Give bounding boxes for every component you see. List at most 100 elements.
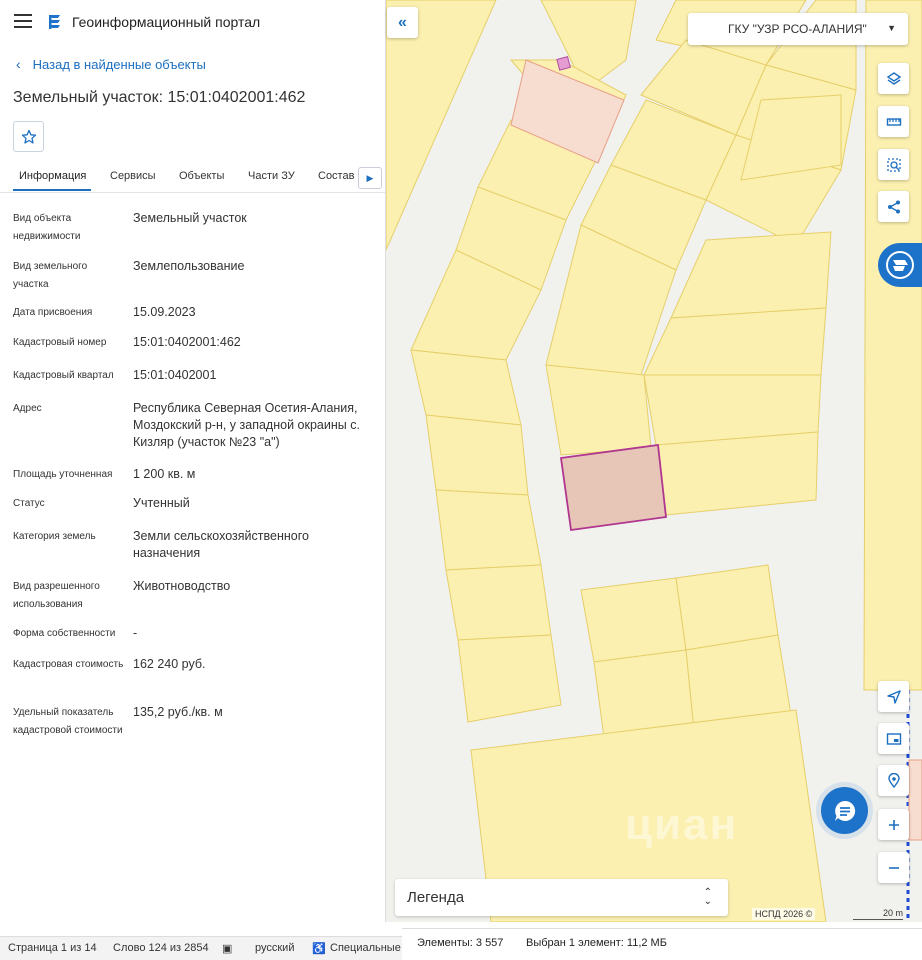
info-panel: Геоинформационный портал ‹ Назад в найде… — [0, 0, 386, 922]
tab-composition[interactable]: Состав — [318, 170, 354, 182]
location-icon — [887, 772, 900, 788]
parcel — [445, 564, 552, 641]
property-value: 1 200 кв. м — [133, 467, 196, 481]
chat-icon — [834, 800, 855, 821]
legend-label: Легенда — [407, 889, 465, 906]
property-value: Республика Северная Осетия-Алания, Моздо… — [133, 401, 360, 449]
caret-right-icon: ▶ — [366, 172, 374, 183]
minimap-icon — [886, 732, 901, 745]
collapse-panel-button[interactable]: « — [387, 7, 418, 38]
map-canvas[interactable] — [386, 0, 922, 922]
parcel — [670, 231, 832, 319]
expand-icon: ⌃ ⌄ — [703, 887, 712, 907]
portal-logo-icon — [49, 15, 60, 29]
property-value: Животноводство — [133, 579, 231, 593]
neighbor-parcel — [908, 759, 922, 841]
property-label: Форма собственности — [13, 628, 116, 639]
tab-services[interactable]: Сервисы — [110, 170, 156, 182]
property-label: Кадастровый квартал — [13, 370, 114, 381]
select-area-icon — [886, 157, 901, 172]
tabs-scroll-right-button[interactable]: ▶ — [358, 167, 382, 189]
elements-count: Элементы: 3 557 — [417, 937, 504, 949]
zoom-out-button[interactable] — [878, 852, 909, 883]
zoom-in-icon — [888, 819, 899, 830]
page-counter[interactable]: Страница 1 из 14 — [8, 942, 97, 954]
measure-button[interactable] — [878, 106, 909, 137]
chevron-left-icon: ‹ — [16, 56, 21, 72]
parcel — [410, 349, 522, 426]
layers-button[interactable] — [878, 63, 909, 94]
property-label: Удельный показатель кадастровой стоимост… — [13, 707, 123, 736]
accessibility-label[interactable]: Специальные — [330, 942, 401, 954]
property-value: Земельный участок — [133, 211, 247, 225]
minimap-button[interactable] — [878, 723, 909, 754]
parcel — [435, 489, 542, 571]
language-indicator[interactable]: русский — [255, 942, 294, 954]
chat-button[interactable] — [821, 787, 868, 834]
ruler-icon — [886, 117, 901, 126]
zoom-in-button[interactable] — [878, 809, 909, 840]
parcel-map — [386, 0, 922, 922]
property-label: Статус — [13, 498, 45, 509]
document-status-bar: Страница 1 из 14 Слово 124 из 2854 ▣ рус… — [0, 936, 402, 960]
legend-dropdown[interactable]: Легенда ⌃ ⌄ — [395, 879, 728, 916]
accessibility-icon[interactable]: ♿ — [312, 942, 326, 955]
organization-select[interactable]: ГКУ "УЗР РСО-АЛАНИЯ" ▼ — [688, 13, 908, 45]
portal-logo-button[interactable] — [878, 243, 922, 287]
building-marker — [556, 56, 571, 71]
back-to-results-link[interactable]: ‹ Назад в найденные объекты — [16, 56, 206, 72]
portal-logo-icon — [886, 251, 914, 279]
parcel — [643, 307, 827, 376]
back-link-label: Назад в найденные объекты — [32, 56, 206, 72]
organization-select-value: ГКУ "УЗР РСО-АЛАНИЯ" — [728, 22, 867, 36]
property-value: Учтенный — [133, 496, 190, 510]
double-chevron-left-icon: « — [398, 13, 407, 31]
map-status-bar: Элементы: 3 557 Выбран 1 элемент: 11,2 М… — [402, 928, 922, 960]
share-button[interactable] — [878, 191, 909, 222]
property-label: Кадастровый номер — [13, 337, 107, 348]
scale-bar: 20 m — [853, 908, 903, 920]
parcel — [580, 577, 687, 663]
parcel — [863, 0, 922, 691]
zoom-out-icon — [888, 866, 899, 869]
proofing-icon[interactable]: ▣ — [222, 942, 232, 955]
property-value: 135,2 руб./кв. м — [133, 705, 223, 719]
parcel — [425, 414, 529, 496]
selection-info: Выбран 1 элемент: 11,2 МБ — [526, 937, 667, 949]
property-value: 15:01:0402001:462 — [133, 335, 241, 349]
property-label: Дата присвоения — [13, 307, 93, 318]
panel-header: Геоинформационный портал — [0, 0, 385, 44]
property-label: Вид земельного участка — [13, 261, 88, 290]
parcel — [655, 431, 819, 516]
tab-objects[interactable]: Объекты — [179, 170, 224, 182]
property-label: Адрес — [13, 403, 42, 414]
menu-icon[interactable] — [14, 14, 32, 28]
navigate-button[interactable] — [878, 681, 909, 712]
tab-information[interactable]: Информация — [19, 170, 86, 182]
property-label: Площадь уточненная — [13, 469, 113, 480]
geolocation-button[interactable] — [878, 765, 909, 796]
property-value: 162 240 руб. — [133, 657, 206, 671]
share-icon — [887, 200, 900, 213]
app-title: Геоинформационный портал — [72, 14, 261, 30]
parcel — [457, 634, 562, 723]
property-value: 15:01:0402001 — [133, 368, 217, 382]
star-icon — [21, 129, 36, 144]
property-label: Вид разрешенного использования — [13, 581, 100, 610]
select-area-button[interactable] — [878, 149, 909, 180]
watermark: циан — [625, 800, 739, 849]
property-label: Категория земель — [13, 531, 96, 542]
property-value: 15.09.2023 — [133, 305, 196, 319]
property-value: Земли сельскохозяйственного назначения — [133, 529, 309, 560]
caret-down-icon: ▼ — [887, 23, 896, 33]
map-copyright: НСПД 2026 © — [752, 908, 816, 920]
favorite-button[interactable] — [13, 121, 44, 152]
property-value: Землепользование — [133, 259, 245, 273]
property-label: Вид объекта недвижимости — [13, 213, 81, 242]
word-counter[interactable]: Слово 124 из 2854 — [113, 942, 209, 954]
layers-icon — [886, 71, 901, 85]
navigate-icon — [886, 689, 901, 704]
active-tab-indicator — [13, 189, 91, 191]
selected-parcel[interactable] — [559, 443, 667, 532]
tab-parts[interactable]: Части ЗУ — [248, 170, 295, 182]
